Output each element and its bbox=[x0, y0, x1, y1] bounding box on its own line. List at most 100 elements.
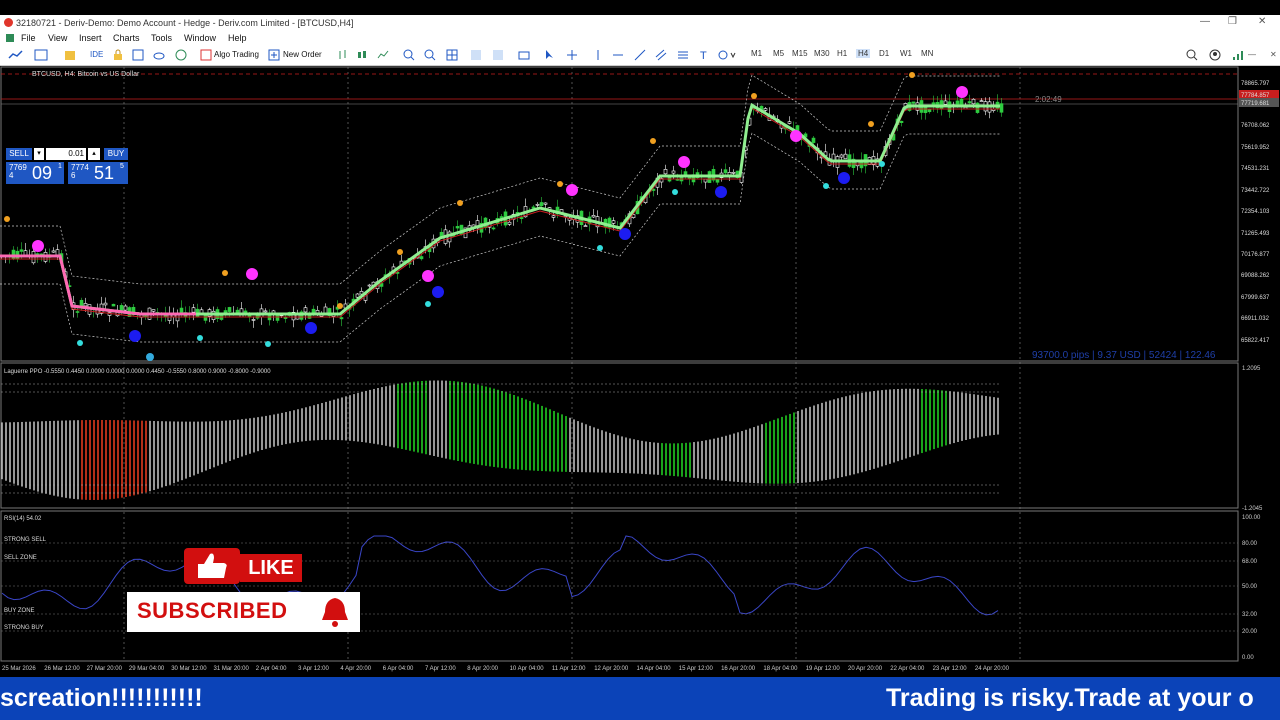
menu-view[interactable]: View bbox=[48, 33, 67, 43]
market-watch-icon[interactable] bbox=[132, 49, 144, 61]
candle-body bbox=[999, 103, 1004, 113]
chart-type-icon[interactable] bbox=[8, 49, 28, 61]
menu-help[interactable]: Help bbox=[228, 33, 247, 43]
toolbar-close-icon[interactable]: ✕ bbox=[1270, 49, 1277, 61]
time-label: 23 Apr 12:00 bbox=[933, 666, 968, 672]
chart-window[interactable]: 78865.797 77784.857 77719.681 76708.062 7561… bbox=[0, 66, 1280, 676]
signals-icon[interactable] bbox=[175, 49, 187, 61]
timeframe-m30[interactable]: M30 bbox=[814, 49, 830, 58]
candle-body bbox=[339, 317, 344, 320]
timeframe-h1[interactable]: H1 bbox=[837, 49, 847, 58]
price-label: 70176.877 bbox=[1241, 252, 1270, 258]
lot-input[interactable]: 0.01 bbox=[46, 148, 86, 160]
price-label: 78865.797 bbox=[1241, 81, 1270, 87]
candle-body bbox=[227, 307, 232, 312]
timeframe-m1[interactable]: M1 bbox=[751, 49, 762, 58]
chart-shift-icon[interactable] bbox=[492, 49, 504, 61]
price-label: 73442.722 bbox=[1241, 188, 1270, 194]
profiles-icon[interactable] bbox=[64, 49, 76, 61]
trendline-icon[interactable] bbox=[634, 49, 646, 61]
candle-body bbox=[975, 102, 980, 113]
screenshot-icon[interactable] bbox=[518, 49, 530, 61]
rsi-scale-50: 50.00 bbox=[1242, 584, 1258, 590]
time-label: 14 Apr 04:00 bbox=[637, 666, 672, 672]
shapes-icon[interactable] bbox=[718, 49, 738, 61]
search-icon[interactable] bbox=[1186, 49, 1198, 61]
zoom-out-icon[interactable] bbox=[424, 49, 436, 61]
price-label: 65822.417 bbox=[1241, 338, 1270, 344]
ask-quote[interactable]: 77746 51 5 bbox=[68, 162, 128, 184]
candle-body bbox=[715, 179, 720, 183]
rsi-scale-20: 20.00 bbox=[1242, 629, 1258, 635]
lot-increase-icon[interactable]: ▴ bbox=[88, 148, 100, 160]
time-label: 26 Mar 12:00 bbox=[44, 666, 80, 672]
timeframe-mn[interactable]: MN bbox=[921, 49, 933, 58]
menu-charts[interactable]: Charts bbox=[113, 33, 140, 43]
timeframe-w1[interactable]: W1 bbox=[900, 49, 912, 58]
new-order-icon[interactable] bbox=[268, 49, 280, 61]
cloud-icon[interactable] bbox=[153, 49, 165, 61]
candle-body bbox=[899, 120, 904, 123]
signal-icon[interactable] bbox=[1232, 49, 1244, 61]
account-icon[interactable] bbox=[1209, 49, 1221, 61]
fibonacci-icon[interactable] bbox=[677, 49, 689, 61]
cursor-icon[interactable] bbox=[544, 49, 556, 61]
candle-body bbox=[583, 225, 588, 227]
crosshair-icon[interactable] bbox=[566, 49, 578, 61]
ide-button[interactable]: IDE bbox=[90, 49, 103, 61]
toolbar-minimize-icon[interactable]: — bbox=[1248, 49, 1256, 61]
candle-body bbox=[723, 169, 728, 174]
lot-decrease-icon[interactable]: ▾ bbox=[34, 148, 44, 160]
lock-icon[interactable] bbox=[112, 49, 124, 61]
bid-quote[interactable]: 77694 09 1 bbox=[6, 162, 64, 184]
candle-body bbox=[539, 202, 544, 207]
bid-prefix: 77694 bbox=[9, 163, 27, 180]
candle-body bbox=[663, 169, 668, 175]
menu-bar: File View Insert Charts Tools Window Hel… bbox=[0, 31, 1280, 45]
time-label: 19 Apr 12:00 bbox=[806, 666, 841, 672]
menu-window[interactable]: Window bbox=[184, 33, 216, 43]
minimize-button[interactable]: — bbox=[1200, 16, 1210, 27]
signal-dot bbox=[425, 301, 431, 307]
line-chart-icon[interactable] bbox=[377, 49, 389, 61]
sell-button[interactable]: SELL bbox=[6, 148, 32, 160]
channel-icon[interactable] bbox=[655, 49, 667, 61]
grid-icon[interactable] bbox=[446, 49, 458, 61]
timeframe-m15[interactable]: M15 bbox=[792, 49, 808, 58]
horizontal-line-icon[interactable] bbox=[612, 49, 624, 61]
algo-trading-icon[interactable] bbox=[200, 49, 212, 61]
close-button[interactable]: ✕ bbox=[1258, 16, 1266, 27]
text-tool-icon[interactable]: T bbox=[698, 49, 710, 61]
time-label: 16 Apr 20:00 bbox=[721, 666, 756, 672]
window-title: 32180721 - Deriv-Demo: Demo Account - He… bbox=[16, 18, 354, 28]
menu-insert[interactable]: Insert bbox=[79, 33, 102, 43]
autoscroll-icon[interactable] bbox=[470, 49, 482, 61]
timeframe-d1[interactable]: D1 bbox=[879, 49, 889, 58]
timeframe-h4[interactable]: H4 bbox=[856, 49, 871, 58]
maximize-button[interactable]: ❐ bbox=[1228, 16, 1237, 27]
timeframe-m5[interactable]: M5 bbox=[773, 49, 784, 58]
zoom-in-icon[interactable] bbox=[403, 49, 415, 61]
rsi-scale-100: 100.00 bbox=[1242, 515, 1261, 521]
new-chart-icon[interactable] bbox=[34, 49, 52, 61]
candle-body bbox=[811, 137, 816, 143]
signal-dot bbox=[77, 340, 83, 346]
menu-file[interactable]: File bbox=[21, 33, 36, 43]
candle-body bbox=[979, 100, 984, 102]
algo-trading-button[interactable]: Algo Trading bbox=[214, 49, 259, 61]
vertical-line-icon[interactable] bbox=[592, 49, 604, 61]
candle-body bbox=[267, 315, 272, 321]
candlestick-icon[interactable] bbox=[356, 49, 368, 61]
bar-chart-icon[interactable] bbox=[337, 49, 349, 61]
new-order-button[interactable]: New Order bbox=[283, 49, 322, 61]
time-label: 8 Apr 20:00 bbox=[467, 666, 498, 672]
buy-button[interactable]: BUY bbox=[104, 148, 128, 160]
rsi-scale-80: 80.00 bbox=[1242, 541, 1258, 547]
signal-dot bbox=[566, 184, 578, 196]
menu-tools[interactable]: Tools bbox=[151, 33, 172, 43]
info-line: 93700.0 pips | 9.37 USD | 52424 | 122.46 bbox=[1032, 350, 1216, 361]
candle-body bbox=[111, 303, 116, 307]
chart-canvas[interactable]: 78865.79777784.85777719.68176708.0627561… bbox=[0, 66, 1280, 676]
candle-body bbox=[123, 305, 128, 311]
pink-line bbox=[0, 254, 196, 316]
